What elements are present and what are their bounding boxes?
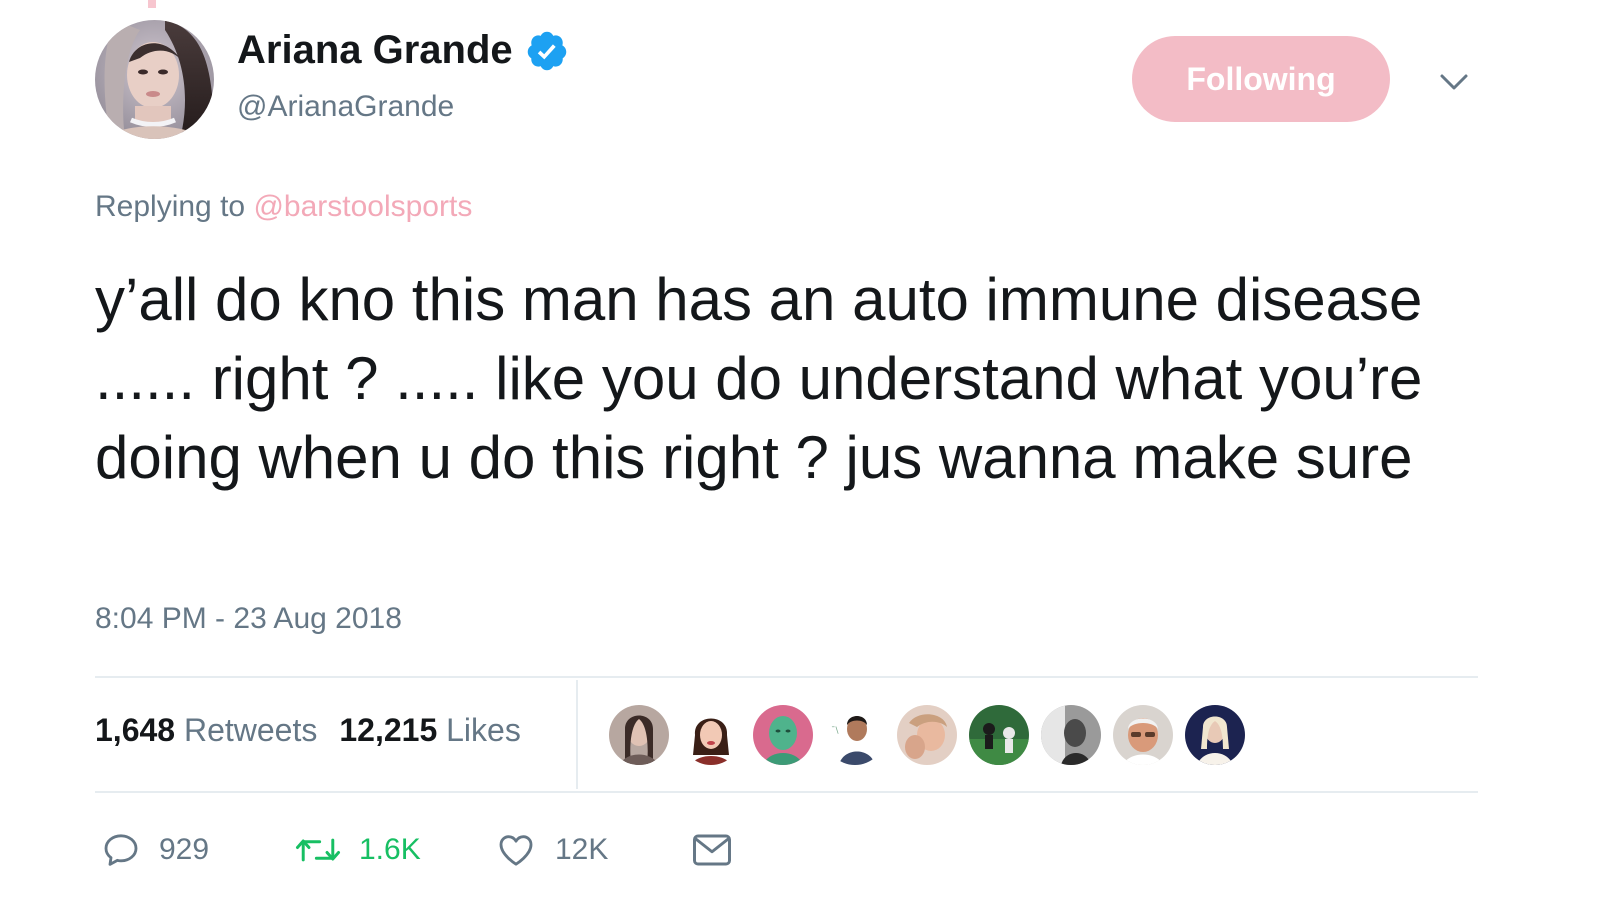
likes-stat[interactable]: 12,215 Likes xyxy=(339,712,520,748)
avatar-image xyxy=(95,20,214,139)
liker-avatar[interactable] xyxy=(609,705,669,765)
like-action[interactable]: 12K xyxy=(495,825,608,875)
retweet-arrows-icon xyxy=(295,838,341,862)
chevron-down-icon[interactable] xyxy=(1434,62,1474,102)
svg-text:¯\: ¯\ xyxy=(831,726,840,736)
retweets-stat[interactable]: 1,648 Retweets xyxy=(95,712,317,748)
liker-avatar[interactable] xyxy=(681,705,741,765)
liker-avatar[interactable] xyxy=(897,705,957,765)
following-button[interactable]: Following xyxy=(1132,36,1390,122)
retweet-count: 1.6K xyxy=(359,833,421,866)
author-display-name[interactable]: Ariana Grande xyxy=(237,28,513,73)
retweet-action[interactable]: 1.6K xyxy=(295,825,421,875)
liker-avatar[interactable] xyxy=(1041,705,1101,765)
tweet-text: y’all do kno this man has an auto immune… xyxy=(95,266,1423,491)
envelope-icon xyxy=(693,834,731,866)
tweet-timestamp[interactable]: 8:04 PM - 23 Aug 2018 xyxy=(95,602,402,636)
liker-avatar[interactable]: ¯\ xyxy=(825,705,885,765)
replying-mention-link[interactable]: @barstoolsports xyxy=(253,190,472,223)
liker-avatar[interactable] xyxy=(753,705,813,765)
retweets-count: 1,648 xyxy=(95,712,176,748)
liker-avatar[interactable] xyxy=(1185,705,1245,765)
reply-count: 929 xyxy=(159,833,210,866)
author-avatar[interactable] xyxy=(95,20,214,139)
divider-bottom xyxy=(95,791,1478,793)
stats-separator xyxy=(576,680,578,789)
likes-count: 12,215 xyxy=(339,712,438,748)
replying-prefix: Replying to xyxy=(95,190,246,223)
reply-action[interactable]: 929 xyxy=(101,825,209,875)
engagement-stats: 1,648 Retweets 12,215 Likes xyxy=(95,712,521,749)
speech-bubble-icon xyxy=(104,834,138,866)
author-handle[interactable]: @ArianaGrande xyxy=(237,90,454,124)
author-name-row[interactable]: Ariana Grande xyxy=(237,28,569,73)
divider-top xyxy=(95,676,1478,678)
tweet-action-bar: 929 1.6K 12K xyxy=(95,825,795,875)
top-edge-fragment xyxy=(148,0,156,8)
liker-avatar[interactable] xyxy=(969,705,1029,765)
liker-avatar[interactable] xyxy=(1113,705,1173,765)
direct-message-action[interactable] xyxy=(691,825,733,875)
likes-label: Likes xyxy=(446,712,521,748)
like-count: 12K xyxy=(555,833,609,866)
replying-to-line: Replying to @barstoolsports xyxy=(95,190,472,224)
verified-badge-icon xyxy=(527,31,566,70)
retweets-label: Retweets xyxy=(183,712,318,748)
heart-icon xyxy=(499,835,533,866)
